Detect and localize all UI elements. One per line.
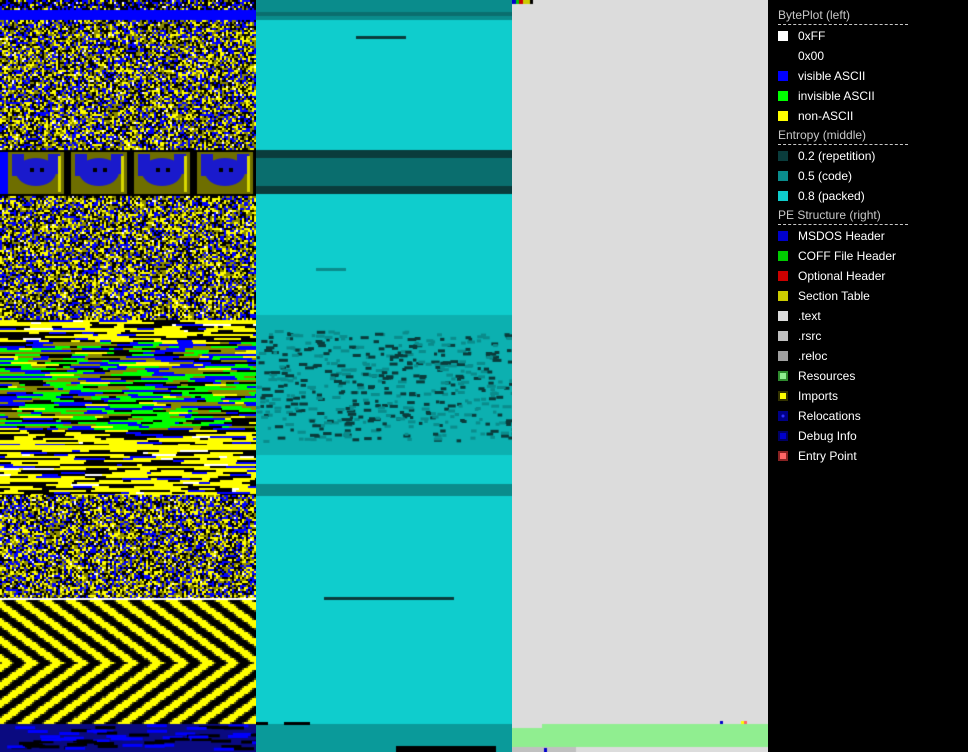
byteplot-canvas	[0, 0, 256, 752]
legend-label: 0.2 (repetition)	[798, 149, 876, 163]
legend-label: Section Table	[798, 289, 870, 303]
legend-item: .reloc	[778, 349, 827, 363]
legend-item: non-ASCII	[778, 109, 853, 123]
legend-item: Section Table	[778, 289, 870, 303]
legend-swatch-icon	[778, 251, 788, 261]
legend-swatch-icon	[778, 431, 788, 441]
legend-label: visible ASCII	[798, 69, 866, 83]
legend-swatch-icon	[778, 291, 788, 301]
legend-item: Optional Header	[778, 269, 885, 283]
legend-item: .text	[778, 309, 821, 323]
legend-item: MSDOS Header	[778, 229, 885, 243]
pe-structure-canvas	[512, 0, 768, 752]
legend-label: Optional Header	[798, 269, 886, 283]
legend-item: .rsrc	[778, 329, 821, 343]
legend-label: 0xFF	[798, 29, 826, 43]
legend-item: 0xFF	[778, 29, 825, 43]
entropy-panel	[256, 0, 512, 752]
legend-label: Resources	[798, 369, 856, 383]
legend-swatch-icon	[778, 231, 788, 241]
legend-swatch-icon	[778, 111, 788, 121]
legend-label: 0x00	[798, 49, 825, 63]
legend-item: 0x00	[778, 49, 824, 63]
pe-structure-panel	[512, 0, 768, 752]
legend-section-title: Entropy (middle)	[778, 128, 908, 145]
legend-item: Imports	[778, 389, 838, 403]
legend-item: invisible ASCII	[778, 89, 875, 103]
legend-item: Debug Info	[778, 429, 857, 443]
legend-panel: BytePlot (left) 0xFF 0x00 visible ASCII invi…	[768, 0, 968, 752]
legend-section-title: PE Structure (right)	[778, 208, 908, 225]
legend-item: 0.2 (repetition)	[778, 149, 875, 163]
legend-label: Debug Info	[798, 429, 857, 443]
legend-swatch-icon	[778, 151, 788, 161]
legend-label: Imports	[798, 389, 839, 403]
legend-swatch-icon	[778, 271, 788, 281]
legend-label: .text	[798, 309, 821, 323]
legend-label: 0.5 (code)	[798, 169, 853, 183]
legend-swatch-icon	[778, 71, 788, 81]
legend-swatch-icon	[778, 331, 788, 341]
legend-label: MSDOS Header	[798, 229, 885, 243]
legend-label: Entry Point	[798, 449, 857, 463]
legend-item: Resources	[778, 369, 855, 383]
legend-label: .rsrc	[798, 329, 822, 343]
legend-swatch-icon	[778, 191, 788, 201]
legend-swatch-icon	[778, 451, 788, 461]
legend-swatch-icon	[778, 91, 788, 101]
legend-label: Relocations	[798, 409, 861, 423]
entropy-canvas	[256, 0, 512, 752]
legend-swatch-icon	[778, 371, 788, 381]
legend-label: COFF File Header	[798, 249, 897, 263]
byteplot-panel	[0, 0, 256, 752]
legend-item: visible ASCII	[778, 69, 865, 83]
legend-item: Entry Point	[778, 449, 857, 463]
legend-swatch-icon	[778, 51, 788, 61]
legend-label: invisible ASCII	[798, 89, 875, 103]
legend-label: 0.8 (packed)	[798, 189, 865, 203]
legend-label: .reloc	[798, 349, 828, 363]
legend-swatch-icon	[778, 171, 788, 181]
legend-swatch-icon	[778, 391, 788, 401]
legend-item: COFF File Header	[778, 249, 896, 263]
legend-swatch-icon	[778, 351, 788, 361]
legend-swatch-icon	[778, 411, 788, 421]
legend-section-title: BytePlot (left)	[778, 8, 908, 25]
legend-swatch-icon	[778, 31, 788, 41]
legend-item: 0.8 (packed)	[778, 189, 865, 203]
legend-swatch-icon	[778, 311, 788, 321]
legend-label: non-ASCII	[798, 109, 854, 123]
legend-item: Relocations	[778, 409, 861, 423]
legend-item: 0.5 (code)	[778, 169, 852, 183]
